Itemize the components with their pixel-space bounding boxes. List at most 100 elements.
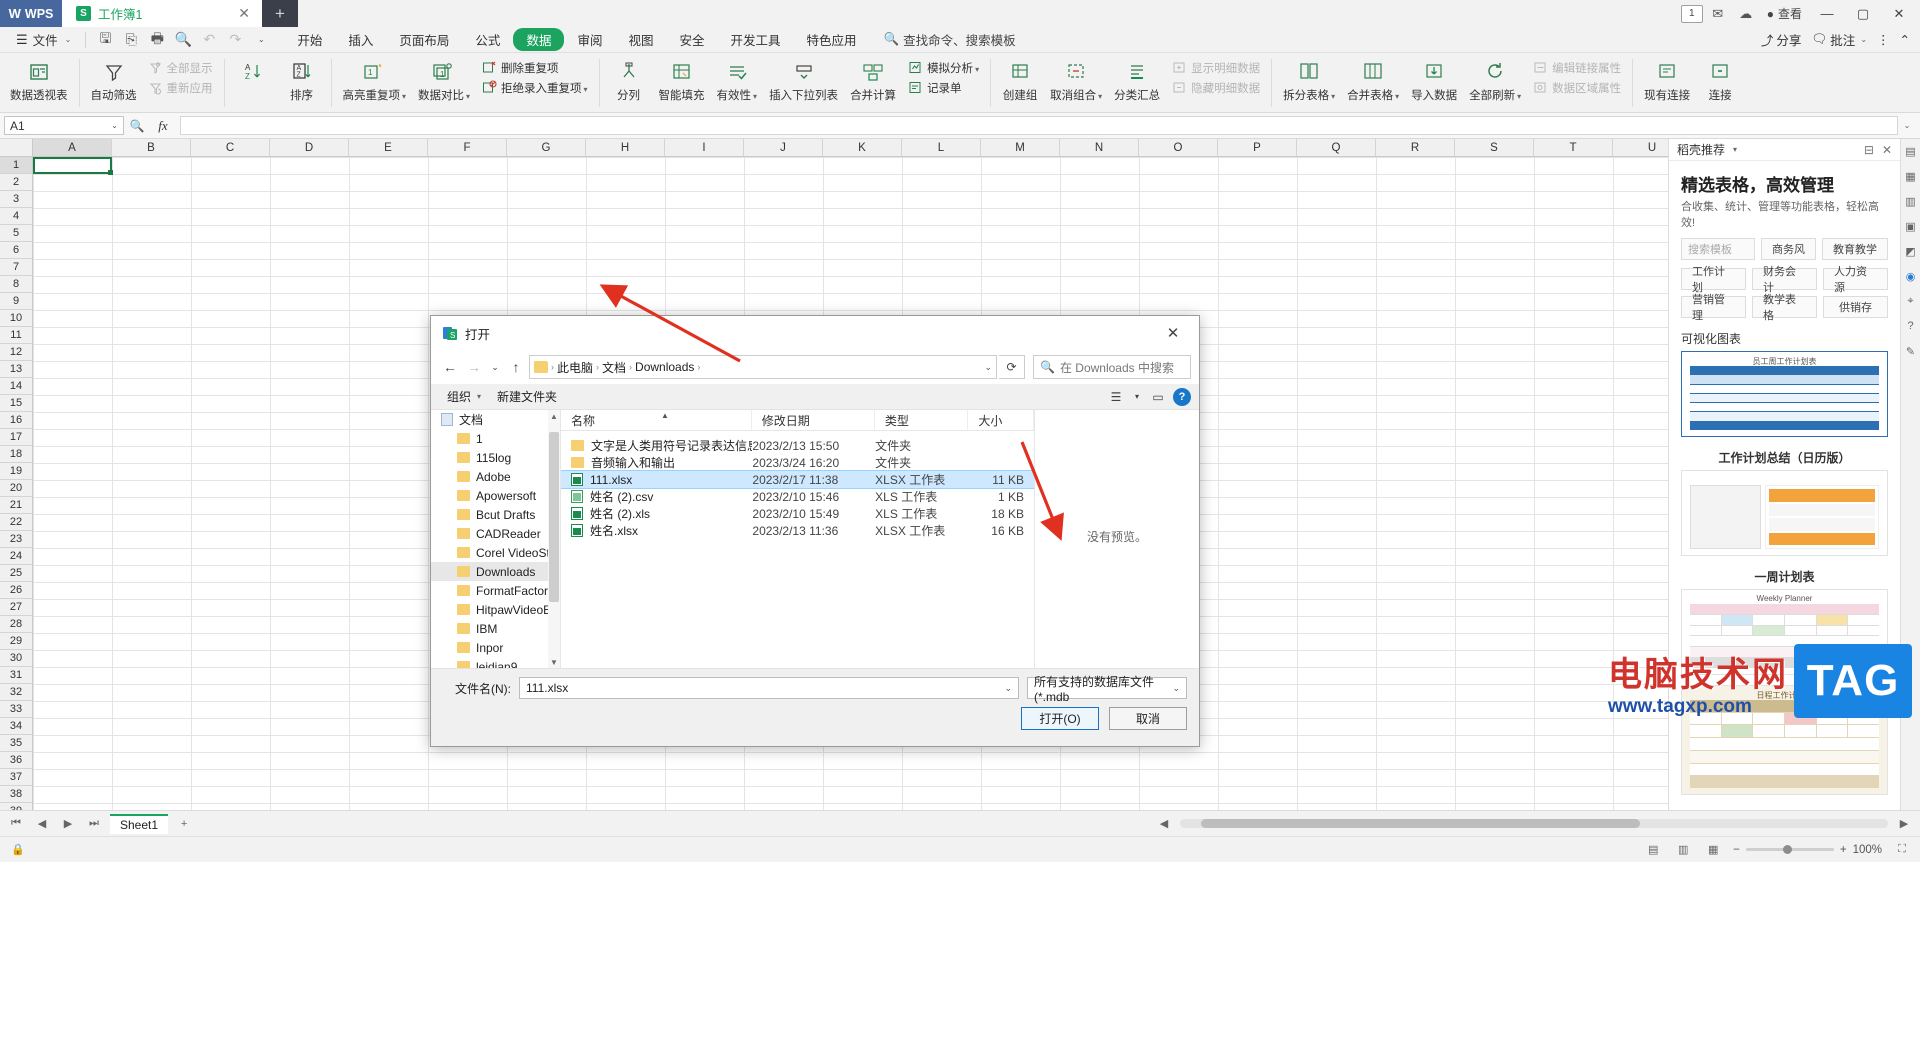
column-header[interactable]: E [349,139,428,156]
filename-input[interactable]: 111.xlsx ⌄ [519,677,1019,699]
column-header[interactable]: C [191,139,270,156]
template-chip-hr[interactable]: 人力资源 [1823,266,1888,294]
row-header[interactable]: 10 [0,310,32,327]
refresh-icon[interactable]: ⟳ [999,355,1025,379]
redo-icon[interactable]: ↷ [222,29,248,51]
tree-item--[interactable]: 文档 [431,410,560,429]
column-header[interactable]: I [665,139,744,156]
row-header[interactable]: 9 [0,293,32,310]
row-header[interactable]: 26 [0,582,32,599]
collapse-ribbon-icon[interactable]: ⌃ [1900,32,1910,47]
tree-scrollbar[interactable]: ▲ ▼ [548,410,560,668]
tree-item-115log[interactable]: 115log [431,448,560,467]
row-header[interactable]: 20 [0,480,32,497]
tree-item-inpor[interactable]: Inpor [431,638,560,657]
column-header[interactable]: M [981,139,1060,156]
template-chip-education[interactable]: 教育教学 [1822,238,1888,260]
column-header[interactable]: U [1613,139,1668,156]
ribbon-button-smart-fill[interactable]: 智能填充 [653,57,711,105]
tab-featured-apps[interactable]: 特色应用 [794,28,870,51]
breadcrumb-item-documents[interactable]: 文档 [602,359,626,376]
comment-button[interactable]: 🗨 批注 ⌄ [1811,30,1867,49]
ribbon-button-highlight-duplicates[interactable]: 1 高亮重复项 ▾ [337,57,413,105]
close-icon[interactable]: ✕ [1153,318,1193,348]
column-header[interactable]: P [1218,139,1297,156]
tab-data[interactable]: 数据 [513,28,565,51]
row-header[interactable]: 6 [0,242,32,259]
print-icon[interactable]: 🖶 [144,29,170,51]
ribbon-button-existing-connection[interactable]: 现有连接 [1638,57,1696,105]
help-circle-icon[interactable]: ? [1903,318,1919,334]
window-close-button[interactable]: ✕ [1882,0,1916,27]
ribbon-button-edit-link[interactable]: 编辑链接属性 [1527,58,1627,77]
scroll-left-icon[interactable]: ◀ [1154,814,1174,834]
tab-formula[interactable]: 公式 [462,28,513,51]
add-sheet-button[interactable]: + [174,814,194,834]
row-header[interactable]: 32 [0,684,32,701]
template-chip-marketing[interactable]: 营销管理 [1681,294,1746,322]
badge-count[interactable]: 1 [1680,4,1703,23]
save-icon[interactable]: 🖫 [92,29,118,51]
ribbon-button-range-props[interactable]: 数据区域属性 [1527,78,1627,97]
column-header[interactable]: G [507,139,586,156]
zoom-out-button[interactable]: − [1733,844,1740,856]
tree-item-formatfactor[interactable]: FormatFactor [431,581,560,600]
row-header[interactable]: 29 [0,633,32,650]
template-chip-business[interactable]: 商务风 [1761,238,1816,260]
file-row[interactable]: 姓名 (2).xls 2023/2/10 15:49 XLS 工作表 18 KB [561,505,1034,522]
zoom-slider[interactable] [1745,845,1834,854]
ribbon-button-reject-duplicates[interactable]: 拒绝录入重复项 ▾ [476,78,594,97]
customize-caret-icon[interactable]: ⌄ [248,29,274,51]
ribbon-button-sort-az[interactable]: AZ [230,57,278,87]
ribbon-button-ungroup[interactable]: 取消组合 ▾ [1044,57,1108,105]
folder-tree[interactable]: 文档 1 115log Adobe Apowersoft Bcut Drafts CADRe… [431,410,561,668]
close-icon[interactable]: ✕ [238,5,250,22]
ribbon-button-split-column[interactable]: 分列 [605,57,653,105]
maximize-button[interactable]: ▢ [1846,0,1880,27]
tab-view[interactable]: 视图 [615,28,666,51]
ribbon-button-show-detail[interactable]: 显示明细数据 [1166,58,1266,77]
minimize-button[interactable]: — [1810,0,1844,27]
new-folder-button[interactable]: 新建文件夹 [489,388,565,405]
cancel-button[interactable]: 取消 [1109,707,1187,730]
row-header[interactable]: 16 [0,412,32,429]
template-card[interactable]: 员工周工作计划表 [1681,351,1888,437]
tab-page-layout[interactable]: 页面布局 [386,28,462,51]
file-row[interactable]: 111.xlsx 2023/2/17 11:38 XLSX 工作表 11 KB [560,470,1035,489]
pin-icon[interactable]: ⊟ [1864,143,1874,157]
ribbon-button-show-all[interactable]: 全部显示 [143,58,219,77]
page-layout-icon[interactable]: ▥ [1673,840,1693,860]
file-row[interactable]: 文字是人类用符号记录表达信息以传之久...2023/2/13 15:50 文件夹 [561,437,1034,454]
row-header[interactable]: 12 [0,344,32,361]
page-break-icon[interactable]: ▦ [1703,840,1723,860]
tab-insert[interactable]: 插入 [335,28,386,51]
row-header[interactable]: 19 [0,463,32,480]
tree-item-bcut-drafts[interactable]: Bcut Drafts [431,505,560,524]
column-header[interactable]: K [823,139,902,156]
ribbon-button-merge-table[interactable]: 合并表格 ▾ [1341,57,1405,105]
ribbon-button-reapply[interactable]: 重新应用 [143,78,219,97]
last-sheet-icon[interactable]: ⏭ [84,814,104,834]
magnifier-icon[interactable]: 🔍 [124,115,150,137]
row-header[interactable]: 38 [0,786,32,803]
column-header[interactable]: O [1139,139,1218,156]
template-card[interactable]: 日程工作计划表 [1681,685,1888,795]
tree-item-1[interactable]: 1 [431,429,560,448]
formula-input[interactable] [180,116,1898,135]
row-header[interactable]: 24 [0,548,32,565]
row-header[interactable]: 33 [0,701,32,718]
ribbon-button-create-group[interactable]: 创建组 [996,57,1044,105]
row-header[interactable]: 4 [0,208,32,225]
ribbon-button-refresh-all[interactable]: 全部刷新 ▾ [1463,57,1527,105]
history-dropdown-icon[interactable]: ⌄ [487,356,503,378]
normal-view-icon[interactable]: ▤ [1643,840,1663,860]
scrollbar-thumb[interactable] [549,432,559,602]
tree-item-downloads[interactable]: Downloads [431,562,560,581]
breadcrumb[interactable]: › 此电脑 › 文档 › Downloads › ⌄ [529,355,997,379]
row-header[interactable]: 13 [0,361,32,378]
breadcrumb-item-this-pc[interactable]: 此电脑 [557,359,593,376]
search-input[interactable]: 🔍 在 Downloads 中搜索 [1033,355,1191,379]
tree-item-corel-videost[interactable]: Corel VideoSt [431,543,560,562]
account-button[interactable]: ● 查看 [1761,5,1808,22]
column-header[interactable]: J [744,139,823,156]
